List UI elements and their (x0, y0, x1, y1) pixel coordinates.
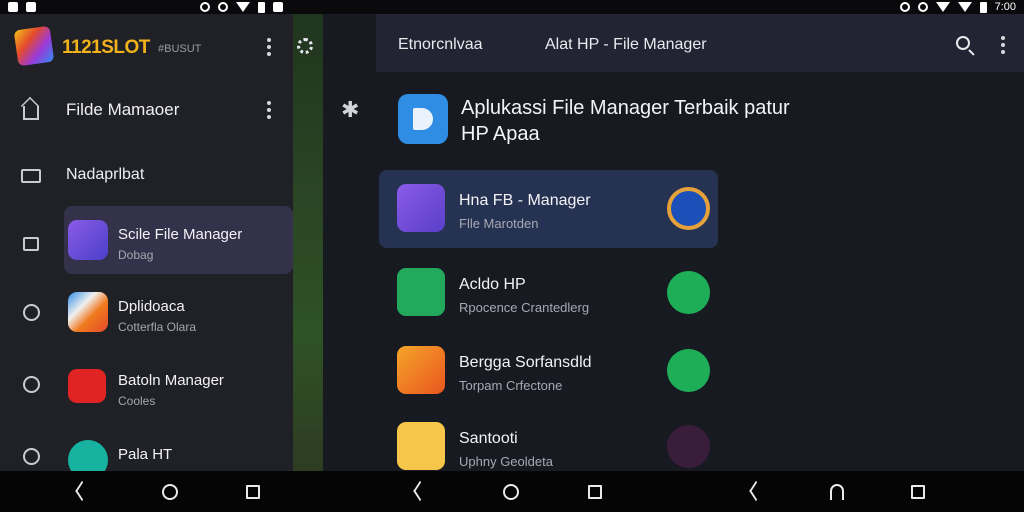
gear-icon (200, 2, 210, 12)
item-name: Acldo HP (459, 276, 526, 293)
drawer-label: Nadaprlbat (66, 166, 145, 183)
signal-icon (957, 2, 972, 12)
youtube-play-icon (68, 369, 106, 403)
item-name: Santooti (459, 430, 518, 447)
wifi-icon (236, 2, 250, 12)
drawer-app-item[interactable]: Pala HT (64, 426, 293, 471)
app-subtitle: Cooles (118, 394, 156, 408)
wifi-icon (935, 2, 950, 12)
drawer-item-folder[interactable]: Nadaprlbat (0, 142, 293, 208)
sync-icon (218, 2, 228, 12)
notification-icon (8, 2, 18, 12)
more-options-icon[interactable] (1001, 36, 1005, 54)
action-button[interactable] (667, 187, 710, 230)
home-button-icon[interactable] (162, 484, 178, 500)
item-name: Bergga Sorfansdld (459, 354, 592, 371)
folder-icon (20, 166, 42, 186)
list-item[interactable]: Hna FB - Manager Flle Marotden (379, 170, 718, 248)
hp-app-icon (397, 268, 445, 316)
item-subtitle: Rpocence Crantedlerg (459, 300, 590, 315)
teal-app-icon (68, 440, 108, 471)
battery-icon (258, 1, 265, 13)
list-item[interactable]: Acldo HP Rpocence Crantedlerg (379, 254, 718, 332)
navigation-bar (0, 471, 1024, 512)
top-app-bar: Etnorcnlvaa Alat HP - File Manager (376, 14, 1024, 72)
box-icon (20, 234, 42, 254)
navigation-drawer: 1121SLOT #BUSUT Filde Mamaoer Nadaprlbat… (0, 14, 293, 471)
recents-icon[interactable] (588, 485, 602, 499)
youtube-app-icon (397, 422, 445, 470)
list-item[interactable]: Bergga Sorfansdld Torpam Crfectone (379, 332, 718, 410)
edit-app-icon (397, 346, 445, 394)
home-button-icon[interactable] (503, 484, 519, 500)
more-options-icon[interactable] (267, 38, 271, 56)
item-subtitle: Uphny Geoldeta (459, 454, 553, 469)
app-name: Dplidoaca (118, 298, 185, 315)
action-button[interactable] (667, 425, 710, 468)
item-subtitle: Torpam Crfectone (459, 378, 563, 393)
item-subtitle: Flle Marotden (459, 216, 539, 231)
recents-icon[interactable] (911, 485, 925, 499)
file-manager-app-icon (397, 184, 445, 232)
app-name: Batoln Manager (118, 372, 224, 389)
status-left (8, 2, 36, 12)
asterisk-icon: ✱ (341, 97, 360, 122)
topbar-left-text[interactable]: Etnorcnlvaa (398, 36, 483, 54)
phone-button[interactable] (667, 349, 710, 392)
screen: 7:00 1121SLOT #BUSUT Filde Mamaoer Nadap… (0, 0, 1024, 512)
back-icon[interactable] (748, 484, 760, 500)
background-strip (293, 14, 323, 471)
settings-icon[interactable] (297, 38, 313, 54)
back-icon[interactable] (74, 484, 86, 500)
recents-icon[interactable] (246, 485, 260, 499)
file-manager-logo-icon (398, 94, 448, 144)
drawer-app-item[interactable]: Scile File Manager Dobag (64, 206, 293, 274)
file-manager-app-icon (68, 220, 108, 260)
tools-icon (20, 446, 42, 466)
section-title: Aplukassi File Manager Terbaik patur HP … (461, 97, 790, 145)
search-icon[interactable] (956, 36, 970, 50)
drawer-app-item[interactable]: Dplidoaca Cotterfla Olara (64, 278, 293, 346)
headset-icon (917, 2, 928, 12)
app-name: Scile File Manager (118, 226, 243, 243)
main-panel: Etnorcnlvaa Alat HP - File Manager ✱ Apl… (323, 14, 1024, 471)
download-icon (20, 302, 42, 322)
home-icon (20, 100, 42, 120)
grid-icon (26, 2, 36, 12)
drawer-app-item[interactable]: Batoln Manager Cooles (64, 352, 293, 420)
drawer-item-home[interactable]: Filde Mamaoer (0, 76, 293, 142)
home-button-icon[interactable] (830, 484, 844, 500)
app-name: Pala HT (118, 446, 173, 463)
clock: 7:00 (994, 1, 1016, 13)
item-name: Hna FB - Manager (459, 192, 591, 209)
app-icon (273, 2, 283, 12)
status-mid (200, 1, 283, 13)
brand-logo-icon (13, 25, 55, 67)
drawer-header: 1121SLOT #BUSUT (0, 14, 293, 76)
alarm-icon (899, 2, 910, 12)
app-subtitle: Cotterfla Olara (118, 320, 197, 334)
brand-subtitle: #BUSUT (158, 43, 202, 55)
app-subtitle: Dobag (118, 248, 154, 262)
battery-icon (979, 1, 987, 13)
brand-name: 1121SLOT (62, 37, 150, 58)
more-options-icon[interactable] (267, 101, 271, 119)
page-title: Alat HP - File Manager (545, 36, 707, 53)
status-bar: 7:00 (0, 0, 1024, 14)
drawer-title: Filde Mamaoer (66, 100, 180, 119)
play-store-icon (68, 292, 108, 332)
back-icon[interactable] (412, 484, 424, 500)
clock-icon (20, 374, 42, 394)
status-right: 7:00 (899, 1, 1016, 13)
action-button[interactable] (667, 271, 710, 314)
